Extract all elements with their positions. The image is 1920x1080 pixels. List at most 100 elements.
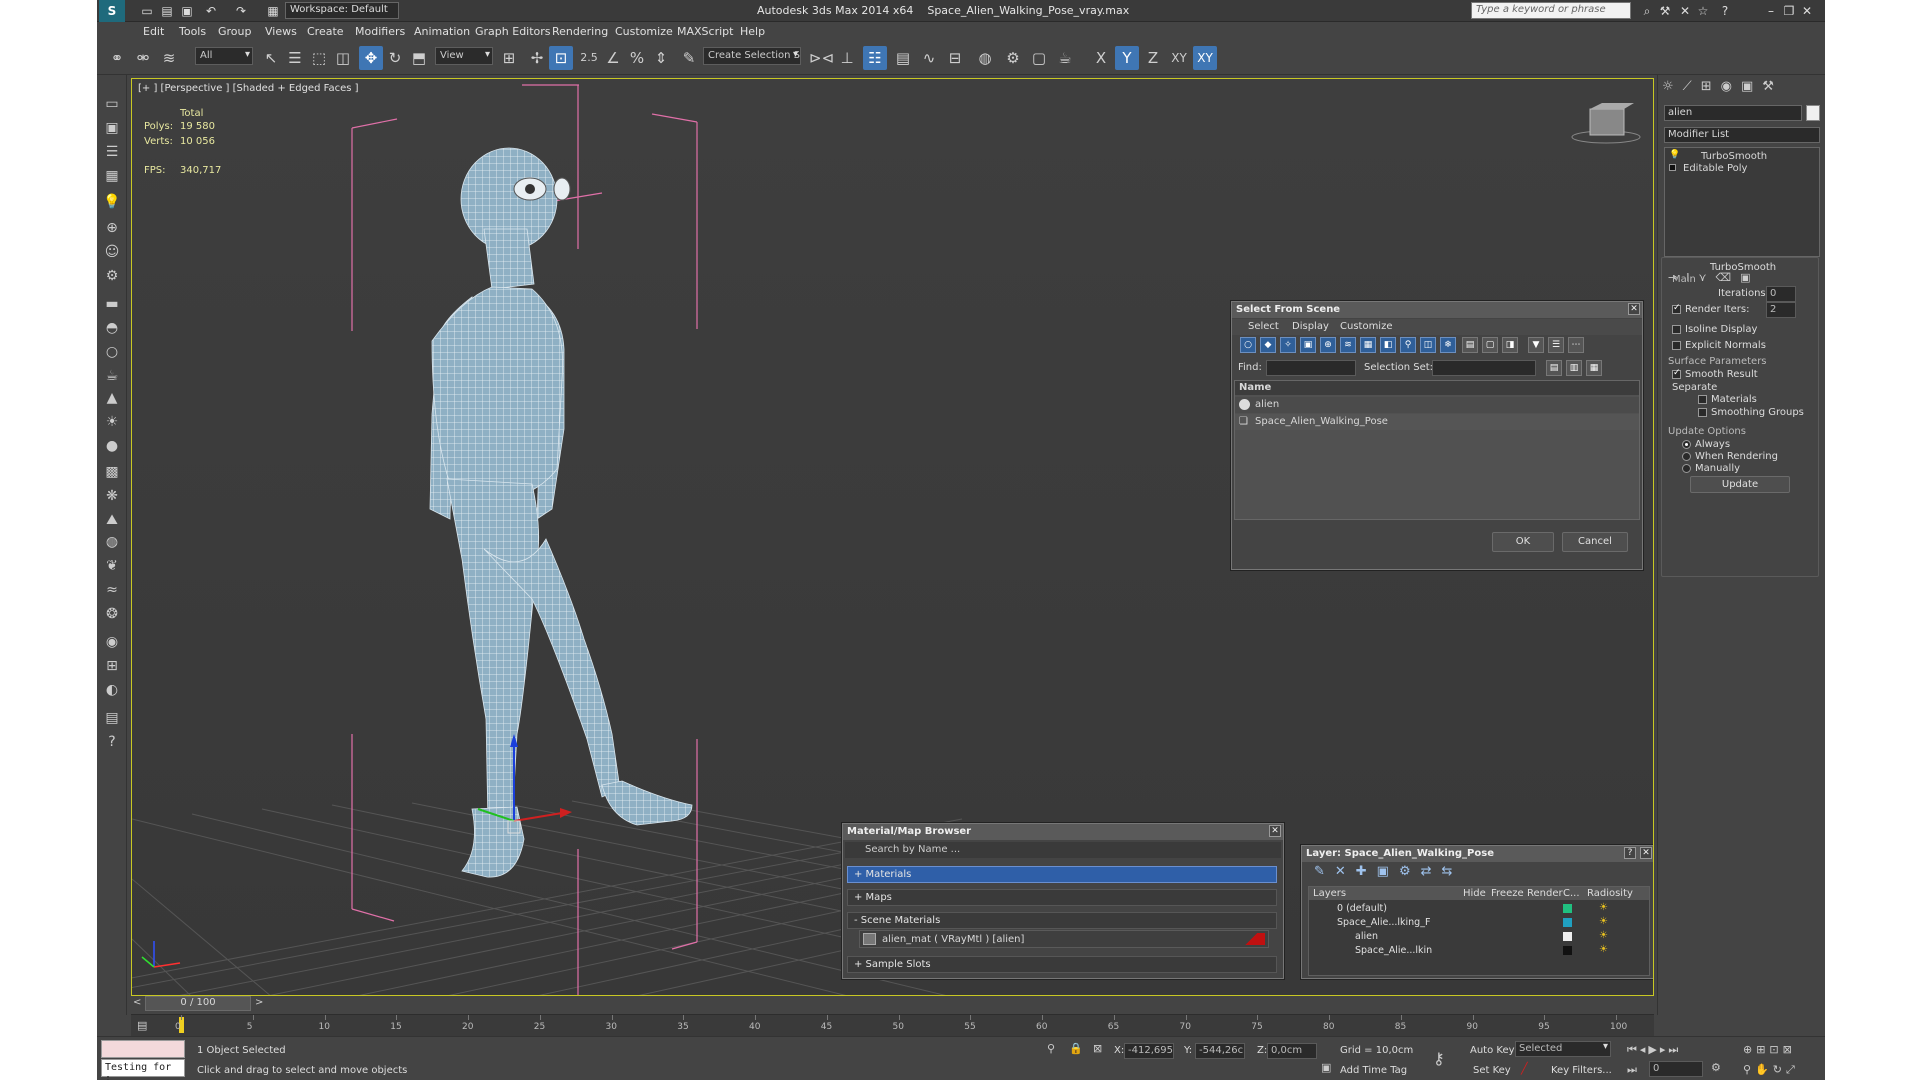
menu-group[interactable]: Group — [218, 25, 252, 38]
selset-add-icon[interactable]: ▤ — [1546, 360, 1562, 376]
mirror-icon[interactable]: ⊳⊲ — [809, 46, 834, 70]
render-iters-checkbox[interactable] — [1672, 303, 1681, 314]
subscription-icon[interactable]: ⚒ — [1657, 3, 1673, 19]
select-scale-icon[interactable]: ⬒ — [407, 46, 431, 70]
time-slider[interactable]: < 0 / 100 > — [131, 996, 1654, 1012]
render-iters-spinner[interactable]: 2 — [1766, 302, 1796, 318]
snaps-toggle-icon[interactable]: 2.5 — [577, 46, 601, 70]
col-name-header[interactable]: Name — [1235, 381, 1639, 395]
material-editor-icon[interactable]: ◍ — [973, 46, 997, 70]
menu-modifiers[interactable]: Modifiers — [355, 25, 405, 38]
script-icon[interactable]: ▤ — [101, 707, 123, 729]
save-file-icon[interactable]: ▣ — [179, 3, 195, 19]
key-dropdown-icon[interactable]: ▾ — [1603, 1041, 1608, 1052]
select-invert-icon[interactable]: ◨ — [1502, 337, 1518, 353]
menu-graph-editors[interactable]: Graph Editors — [475, 25, 551, 38]
select-object-icon[interactable]: ↖ — [259, 46, 283, 70]
axis-xy-button[interactable]: XY — [1167, 46, 1191, 70]
tab-select[interactable]: Select — [1248, 321, 1279, 332]
time-slider-thumb[interactable]: 0 / 100 — [145, 996, 251, 1011]
explicit-normals-checkbox[interactable] — [1672, 340, 1681, 350]
col-color[interactable]: C... — [1563, 888, 1580, 899]
select-none-icon[interactable]: ▢ — [1482, 337, 1498, 353]
pivot-center-icon[interactable]: ⊞ — [497, 46, 521, 70]
redo-icon[interactable]: ↷ — [233, 3, 249, 19]
material-browser-close-icon[interactable]: ✕ — [1269, 825, 1281, 837]
filter-bones-icon[interactable]: ⚲ — [1400, 337, 1416, 353]
col-render[interactable]: Render — [1527, 888, 1563, 899]
angle-snap-icon[interactable]: ∠ — [601, 46, 625, 70]
section-maps[interactable]: + Maps — [847, 889, 1277, 906]
spinner-snap-icon[interactable]: ⇕ — [649, 46, 673, 70]
smoothing-groups-checkbox[interactable] — [1698, 407, 1707, 417]
window-crossing-icon[interactable]: ◫ — [331, 46, 355, 70]
material-alien-mat[interactable]: alien_mat ( VRayMtl ) [alien] — [859, 930, 1269, 948]
lock-selection-icon[interactable]: 🔒 — [1069, 1042, 1083, 1055]
globe-icon[interactable]: ◍ — [101, 531, 123, 553]
perspective-viewport[interactable]: [+ ] [Perspective ] [Shaded + Edged Face… — [131, 78, 1654, 996]
hemisphere-icon[interactable]: ◓ — [101, 317, 123, 339]
axis-y-button[interactable]: Y — [1115, 46, 1139, 70]
selection-set-dropdown[interactable] — [1432, 360, 1536, 376]
next-frame-icon[interactable]: > — [255, 997, 265, 1010]
object-paint-icon[interactable]: ▣ — [101, 117, 123, 139]
camera-icon[interactable]: ⚙ — [101, 265, 123, 287]
cancel-button[interactable]: Cancel — [1562, 532, 1628, 552]
populate-icon[interactable]: ▦ — [101, 165, 123, 187]
selset-remove-icon[interactable]: ▥ — [1566, 360, 1582, 376]
help-search-input[interactable]: Type a keyword or phrase — [1471, 2, 1631, 19]
display-filter-icon[interactable]: ▼ — [1528, 337, 1544, 353]
menu-maxscript[interactable]: MAXScript — [677, 25, 733, 38]
always-radio[interactable] — [1682, 439, 1691, 449]
col-freeze[interactable]: Freeze — [1491, 888, 1524, 899]
section-materials[interactable]: + Materials — [847, 866, 1277, 883]
filter-helpers-icon[interactable]: ⊕ — [1320, 337, 1336, 353]
z-coord-field[interactable]: 0,0cm — [1267, 1043, 1317, 1059]
filter-shapes-icon[interactable]: ◆ — [1260, 337, 1276, 353]
viewport-nav-icons-2[interactable]: ⚲✋↻⤢ — [1743, 1063, 1799, 1077]
unlink-icon[interactable]: ⚮ — [131, 46, 155, 70]
set-key-icon[interactable]: ⚷ — [1433, 1049, 1445, 1068]
track-bar[interactable]: ▤ 0 5 10 15 20 25 30 35 40 45 50 55 60 65 70 75 80 85 90 95… — [131, 1014, 1654, 1036]
col-radiosity[interactable]: Radiosity — [1587, 888, 1633, 899]
layer-explorer-icon[interactable]: ☷ — [863, 46, 887, 70]
minimize-icon[interactable]: – — [1763, 3, 1779, 19]
reference-coord-dropdown[interactable]: View — [435, 47, 493, 65]
radiosity-icons[interactable]: ☀ ☀ ☀ ☀ — [1599, 901, 1608, 957]
ok-button[interactable]: OK — [1492, 532, 1554, 552]
open-file-icon[interactable]: ▤ — [159, 3, 175, 19]
container-icon[interactable]: ▭ — [101, 93, 123, 115]
menu-help[interactable]: Help — [740, 25, 765, 38]
object-list-icon[interactable]: ☰ — [101, 141, 123, 163]
named-selection-dropdown[interactable]: Create Selection Se — [703, 47, 801, 65]
select-by-name-icon[interactable]: ☰ — [283, 46, 307, 70]
project-folder-icon[interactable]: ▦ — [265, 3, 281, 19]
axis-z-button[interactable]: Z — [1141, 46, 1165, 70]
select-all-icon[interactable]: ▤ — [1462, 337, 1478, 353]
blue-sphere-icon[interactable]: ◉ — [101, 631, 123, 653]
modifier-list-dropdown[interactable]: Modifier List — [1664, 127, 1820, 143]
render-production-icon[interactable]: ☕ — [1053, 46, 1077, 70]
help-icon[interactable]: ? — [1717, 3, 1733, 19]
options-icon[interactable]: ⋯ — [1568, 337, 1584, 353]
material-ball-icon[interactable]: ◐ — [101, 679, 123, 701]
filter-groups-icon[interactable]: ▦ — [1360, 337, 1376, 353]
object-name-field[interactable]: alien — [1664, 105, 1802, 121]
layer-tools-icons[interactable]: ✎✕✚▣⚙⇄⇆ — [1314, 864, 1644, 884]
iterations-spinner[interactable]: 0 — [1766, 286, 1796, 302]
filter-geometry-icon[interactable]: ○ — [1240, 337, 1256, 353]
time-tag-icon[interactable]: ▣ — [1321, 1061, 1331, 1074]
key-selection-dropdown[interactable]: Selected — [1515, 1041, 1611, 1057]
key-mode-icon[interactable]: ╱ — [1521, 1062, 1528, 1075]
graphite-ribbon-icon[interactable]: ▤ — [891, 46, 915, 70]
key-mode-toggle-icon[interactable]: ⏭ — [1627, 1063, 1637, 1077]
render-setup-icon[interactable]: ⚙ — [1001, 46, 1025, 70]
col-hide[interactable]: Hide — [1463, 888, 1486, 899]
select-rotate-icon[interactable]: ↻ — [383, 46, 407, 70]
particle-icon[interactable]: ❋ — [101, 485, 123, 507]
smooth-result-checkbox[interactable] — [1672, 368, 1681, 379]
filter-spacewarps-icon[interactable]: ≋ — [1340, 337, 1356, 353]
schematic-view-icon[interactable]: ⊟ — [943, 46, 967, 70]
axis-xy-cycle-button[interactable]: XY — [1193, 46, 1217, 70]
percent-snap-icon[interactable]: % — [625, 46, 649, 70]
